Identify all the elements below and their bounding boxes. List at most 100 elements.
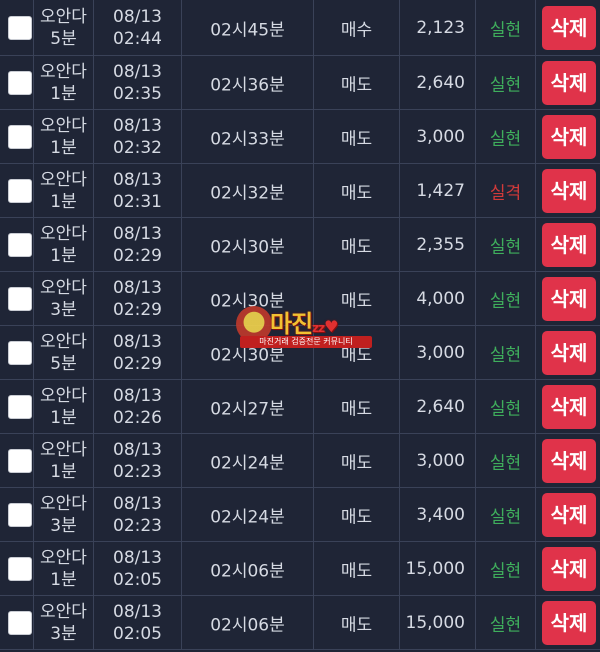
delete-button[interactable]: 삭제 <box>542 114 596 159</box>
round-cell: 02시32분 <box>182 164 314 217</box>
bet-amount: 1,427 <box>416 180 465 201</box>
type-cell: 매수 <box>314 0 400 55</box>
datetime-cell: 08/13 02:23 <box>94 488 182 541</box>
amount-cell: 2,640 <box>400 380 476 433</box>
round-cell: 02시24분 <box>182 434 314 487</box>
delete-button[interactable]: 삭제 <box>542 330 596 375</box>
result-badge: 실현 <box>489 615 522 635</box>
game-name: 오안다 <box>40 331 87 352</box>
row-checkbox[interactable] <box>8 394 32 419</box>
bet-amount: 15,000 <box>405 612 465 633</box>
table-row: 오안다 1분 08/13 02:05 02시06분 매도 15,000 실현 삭제 <box>0 542 600 596</box>
delete-cell: 삭제 <box>536 218 600 271</box>
delete-cell: 삭제 <box>536 110 600 163</box>
delete-cell: 삭제 <box>536 542 600 595</box>
bet-date: 08/13 <box>113 385 162 406</box>
amount-cell: 2,355 <box>400 218 476 271</box>
result-cell: 실현 <box>476 0 536 55</box>
trade-type: 매도 <box>340 129 373 149</box>
type-cell: 매도 <box>314 596 400 649</box>
game-name: 오안다 <box>40 385 87 406</box>
row-checkbox[interactable] <box>8 15 32 40</box>
round-cell: 02시30분 <box>182 326 314 379</box>
bet-date: 08/13 <box>113 439 162 460</box>
checkbox-cell <box>0 218 34 271</box>
round-cell: 02시27분 <box>182 380 314 433</box>
result-cell: 실현 <box>476 272 536 325</box>
amount-cell: 2,123 <box>400 0 476 55</box>
game-interval: 1분 <box>50 245 77 266</box>
row-checkbox[interactable] <box>8 232 32 257</box>
delete-button[interactable]: 삭제 <box>542 492 596 537</box>
delete-button[interactable]: 삭제 <box>542 600 596 645</box>
round-cell: 02시36분 <box>182 56 314 109</box>
type-cell: 매도 <box>314 434 400 487</box>
game-cell: 오안다 5분 <box>34 0 94 55</box>
datetime-cell: 08/13 02:29 <box>94 326 182 379</box>
delete-button[interactable]: 삭제 <box>542 384 596 429</box>
row-checkbox[interactable] <box>8 502 32 527</box>
result-cell: 실현 <box>476 56 536 109</box>
bet-amount: 2,355 <box>416 234 465 255</box>
row-checkbox[interactable] <box>8 178 32 203</box>
row-checkbox[interactable] <box>8 70 32 95</box>
row-checkbox[interactable] <box>8 286 32 311</box>
result-cell: 실현 <box>476 380 536 433</box>
delete-button[interactable]: 삭제 <box>542 276 596 321</box>
row-checkbox[interactable] <box>8 556 32 581</box>
trade-type: 매수 <box>340 20 373 40</box>
checkbox-cell <box>0 488 34 541</box>
round-cell: 02시30분 <box>182 272 314 325</box>
trade-type: 매도 <box>340 183 373 203</box>
checkbox-cell <box>0 542 34 595</box>
game-name: 오안다 <box>40 547 87 568</box>
game-cell: 오안다 3분 <box>34 596 94 649</box>
type-cell: 매도 <box>314 380 400 433</box>
type-cell: 매도 <box>314 272 400 325</box>
bet-time: 02:32 <box>113 137 162 158</box>
row-checkbox[interactable] <box>8 340 32 365</box>
delete-cell: 삭제 <box>536 380 600 433</box>
checkbox-cell <box>0 272 34 325</box>
type-cell: 매도 <box>314 110 400 163</box>
result-cell: 실현 <box>476 596 536 649</box>
round-label: 02시24분 <box>210 453 285 473</box>
delete-cell: 삭제 <box>536 488 600 541</box>
result-badge: 실현 <box>489 453 522 473</box>
result-badge: 실격 <box>489 183 522 203</box>
amount-cell: 3,000 <box>400 110 476 163</box>
result-badge: 실현 <box>489 75 522 95</box>
game-cell: 오안다 3분 <box>34 272 94 325</box>
delete-button[interactable]: 삭제 <box>542 168 596 213</box>
game-cell: 오안다 1분 <box>34 218 94 271</box>
datetime-cell: 08/13 02:29 <box>94 272 182 325</box>
row-checkbox[interactable] <box>8 448 32 473</box>
datetime-cell: 08/13 02:23 <box>94 434 182 487</box>
trade-type: 매도 <box>340 615 373 635</box>
delete-button[interactable]: 삭제 <box>542 546 596 591</box>
game-cell: 오안다 1분 <box>34 434 94 487</box>
delete-button[interactable]: 삭제 <box>542 5 596 50</box>
bet-date: 08/13 <box>113 61 162 82</box>
delete-button[interactable]: 삭제 <box>542 222 596 267</box>
datetime-cell: 08/13 02:05 <box>94 596 182 649</box>
round-label: 02시36분 <box>210 75 285 95</box>
bet-amount: 2,123 <box>416 17 465 38</box>
row-checkbox[interactable] <box>8 124 32 149</box>
bet-time: 02:23 <box>113 515 162 536</box>
game-interval: 3분 <box>50 515 77 536</box>
trade-type: 매도 <box>340 75 373 95</box>
bet-amount: 3,000 <box>416 450 465 471</box>
trade-type: 매도 <box>340 237 373 257</box>
game-name: 오안다 <box>40 277 87 298</box>
result-cell: 실현 <box>476 434 536 487</box>
bet-time: 02:05 <box>113 569 162 590</box>
bet-time: 02:29 <box>113 299 162 320</box>
round-cell: 02시06분 <box>182 596 314 649</box>
delete-button[interactable]: 삭제 <box>542 438 596 483</box>
bet-history-table: 오안다 5분 08/13 02:44 02시45분 매수 2,123 실현 삭제 오안다 1분 08/… <box>0 0 600 650</box>
result-badge: 실현 <box>489 345 522 365</box>
amount-cell: 3,000 <box>400 434 476 487</box>
delete-button[interactable]: 삭제 <box>542 60 596 105</box>
row-checkbox[interactable] <box>8 610 32 635</box>
